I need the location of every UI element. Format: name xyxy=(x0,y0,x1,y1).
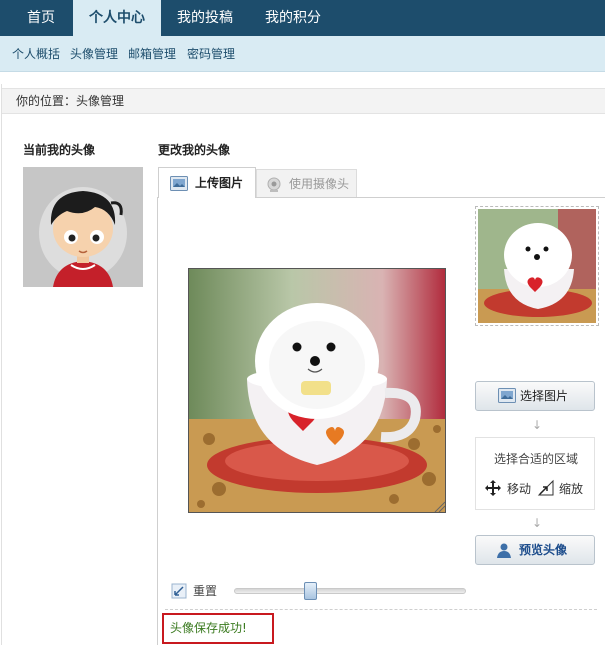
crop-area-photo[interactable] xyxy=(188,268,446,513)
webcam-icon xyxy=(266,177,282,196)
breadcrumb: 你的位置：头像管理 xyxy=(2,88,605,114)
select-region-title: 选择合适的区域 xyxy=(493,452,578,466)
reset-icon[interactable] xyxy=(171,583,187,602)
status-message: 头像保存成功! xyxy=(162,613,274,644)
nav-tab-my-points[interactable]: 我的积分 xyxy=(249,0,337,36)
select-image-label: 选择图片 xyxy=(520,389,569,403)
preview-avatar-label: 预览头像 xyxy=(519,543,568,557)
avatar-preview xyxy=(475,206,599,326)
divider xyxy=(165,609,597,610)
nav-tab-my-submissions[interactable]: 我的投稿 xyxy=(161,0,249,36)
zoom-label: 缩放 xyxy=(559,482,584,496)
zoom-slider-track[interactable] xyxy=(234,588,466,594)
sub-nav: 个人概括 头像管理 邮箱管理 密码管理 xyxy=(0,36,605,72)
nav-tab-home[interactable]: 首页 xyxy=(0,0,82,36)
picture-icon xyxy=(170,176,188,194)
reset-label[interactable]: 重置 xyxy=(193,583,217,599)
select-region-box: 选择合适的区域 移动 缩放 xyxy=(475,437,595,510)
move-icon xyxy=(484,479,502,500)
tab-use-camera[interactable]: 使用摄像头 xyxy=(256,169,357,198)
subnav-item-password[interactable]: 密码管理 xyxy=(187,36,235,72)
top-nav: 首页 个人中心 我的投稿 我的积分 xyxy=(0,0,605,36)
tab-upload-image-label: 上传图片 xyxy=(195,176,244,190)
flow-arrow-icon: ↓ xyxy=(531,418,543,432)
move-label: 移动 xyxy=(507,482,532,496)
preview-avatar-button[interactable]: 预览头像 xyxy=(475,535,595,565)
zoom-icon xyxy=(537,479,555,500)
subnav-item-overview[interactable]: 个人概括 xyxy=(12,36,60,72)
user-icon xyxy=(496,542,512,561)
current-avatar-image xyxy=(23,167,143,287)
zoom-slider-thumb[interactable] xyxy=(304,582,318,600)
current-avatar-title: 当前我的头像 xyxy=(23,143,96,157)
nav-tab-personal-center[interactable]: 个人中心 xyxy=(73,0,161,36)
tab-use-camera-label: 使用摄像头 xyxy=(289,177,350,191)
tab-upload-image[interactable]: 上传图片 xyxy=(158,167,256,198)
subnav-item-avatar[interactable]: 头像管理 xyxy=(70,36,118,72)
page-border xyxy=(1,84,2,645)
picture-icon xyxy=(498,388,516,406)
flow-arrow-icon: ↓ xyxy=(531,516,543,530)
subnav-item-email[interactable]: 邮箱管理 xyxy=(128,36,176,72)
select-image-button[interactable]: 选择图片 xyxy=(475,381,595,411)
change-avatar-title: 更改我的头像 xyxy=(158,143,231,157)
